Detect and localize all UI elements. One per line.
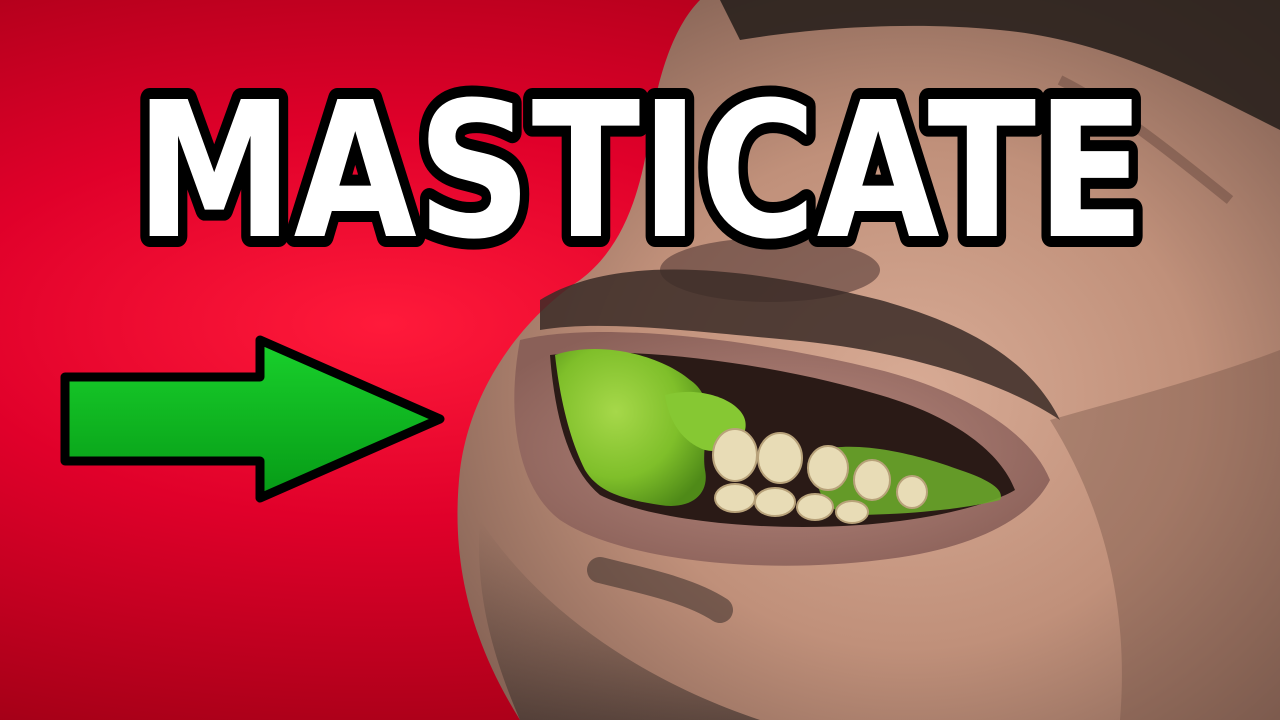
title-word: MASTICATE	[135, 62, 1145, 270]
arrow-right-icon	[60, 335, 445, 503]
title-text: MASTICATE	[124, 51, 1156, 270]
video-thumbnail: MASTICATE	[0, 0, 1280, 720]
